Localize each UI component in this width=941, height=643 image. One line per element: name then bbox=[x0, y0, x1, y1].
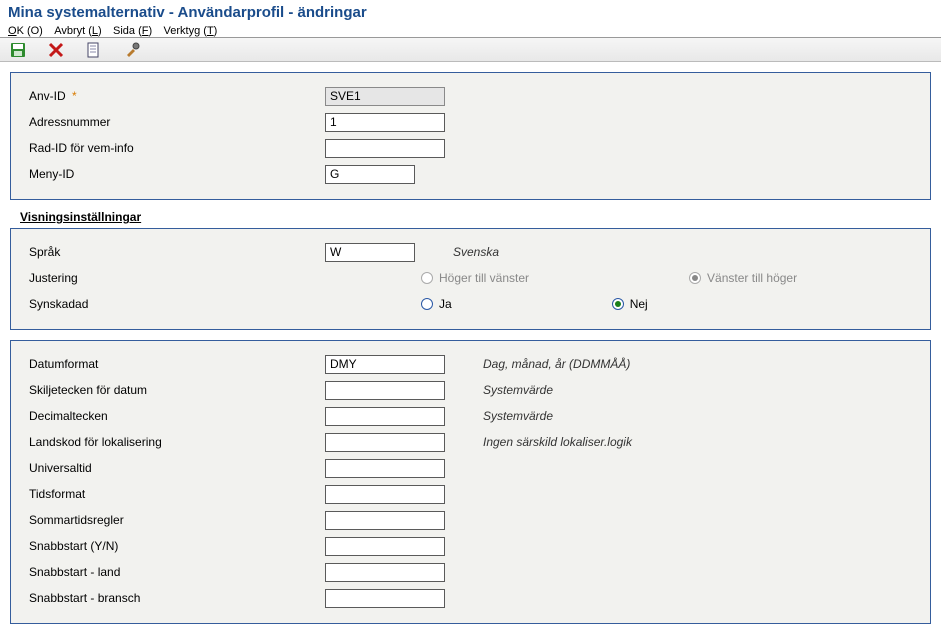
date-format-desc: Dag, månad, år (DDMMÅÅ) bbox=[483, 357, 630, 371]
radio-yes-label: Ja bbox=[439, 297, 452, 311]
menu-tools[interactable]: Verktyg (T) bbox=[164, 25, 218, 37]
menu-page[interactable]: Sida (F) bbox=[113, 25, 152, 37]
format-panel: Datumformat Dag, månad, år (DDMMÅÅ) Skil… bbox=[10, 340, 931, 624]
universal-time-field[interactable] bbox=[325, 459, 445, 478]
dst-field[interactable] bbox=[325, 511, 445, 530]
country-field[interactable] bbox=[325, 433, 445, 452]
time-format-field[interactable] bbox=[325, 485, 445, 504]
dst-label: Sommartidsregler bbox=[25, 513, 325, 527]
row-id-label: Rad-ID för vem-info bbox=[25, 141, 325, 155]
quickstart-industry-field[interactable] bbox=[325, 589, 445, 608]
language-field[interactable] bbox=[325, 243, 415, 262]
radio-rtl-label: Höger till vänster bbox=[439, 271, 529, 285]
save-icon[interactable] bbox=[10, 42, 26, 58]
quickstart-country-field[interactable] bbox=[325, 563, 445, 582]
date-sep-desc: Systemvärde bbox=[483, 383, 553, 397]
date-format-label: Datumformat bbox=[25, 357, 325, 371]
display-section-title: Visningsinställningar bbox=[20, 210, 931, 224]
identity-panel: Anv-ID * Adressnummer Rad-ID för vem-inf… bbox=[10, 72, 931, 200]
impaired-label: Synskadad bbox=[25, 297, 325, 311]
user-id-field bbox=[325, 87, 445, 106]
required-indicator: * bbox=[72, 89, 77, 103]
country-desc: Ingen särskild lokaliser.logik bbox=[483, 435, 632, 449]
radio-ltr-label: Vänster till höger bbox=[707, 271, 797, 285]
quickstart-country-label: Snabbstart - land bbox=[25, 565, 325, 579]
quickstart-industry-label: Snabbstart - bransch bbox=[25, 591, 325, 605]
date-sep-field[interactable] bbox=[325, 381, 445, 400]
menu-ok[interactable]: OK (O) bbox=[8, 25, 43, 37]
quickstart-field[interactable] bbox=[325, 537, 445, 556]
radio-rtl bbox=[421, 272, 433, 284]
time-format-label: Tidsformat bbox=[25, 487, 325, 501]
radio-no-label: Nej bbox=[630, 297, 648, 311]
tools-icon[interactable] bbox=[124, 42, 140, 58]
menu-id-label: Meny-ID bbox=[25, 167, 325, 181]
address-no-field[interactable] bbox=[325, 113, 445, 132]
page-title: Mina systemalternativ - Användarprofil -… bbox=[0, 0, 941, 23]
menu-cancel[interactable]: Avbryt (L) bbox=[54, 25, 102, 37]
menubar: OK (O) Avbryt (L) Sida (F) Verktyg (T) bbox=[0, 23, 941, 38]
menu-id-field[interactable] bbox=[325, 165, 415, 184]
user-id-label: Anv-ID * bbox=[25, 89, 325, 103]
date-format-field[interactable] bbox=[325, 355, 445, 374]
radio-yes[interactable] bbox=[421, 298, 433, 310]
decimal-label: Decimaltecken bbox=[25, 409, 325, 423]
date-sep-label: Skiljetecken för datum bbox=[25, 383, 325, 397]
country-label: Landskod för lokalisering bbox=[25, 435, 325, 449]
quickstart-label: Snabbstart (Y/N) bbox=[25, 539, 325, 553]
decimal-desc: Systemvärde bbox=[483, 409, 553, 423]
radio-ltr bbox=[689, 272, 701, 284]
language-label: Språk bbox=[25, 245, 325, 259]
display-panel: Språk Svenska Justering Höger till vänst… bbox=[10, 228, 931, 330]
justification-label: Justering bbox=[25, 271, 325, 285]
radio-no[interactable] bbox=[612, 298, 624, 310]
toolbar bbox=[0, 38, 941, 62]
address-no-label: Adressnummer bbox=[25, 115, 325, 129]
page-icon[interactable] bbox=[86, 42, 102, 58]
universal-time-label: Universaltid bbox=[25, 461, 325, 475]
decimal-field[interactable] bbox=[325, 407, 445, 426]
row-id-field[interactable] bbox=[325, 139, 445, 158]
language-desc: Svenska bbox=[453, 245, 499, 259]
cancel-icon[interactable] bbox=[48, 42, 64, 58]
